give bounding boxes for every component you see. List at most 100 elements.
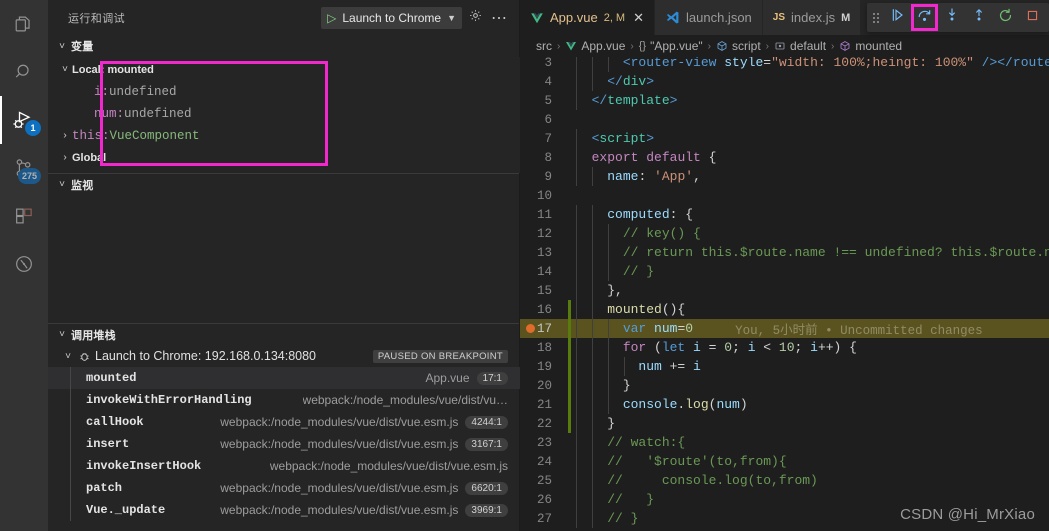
code-line[interactable]: 6 — [520, 110, 1049, 129]
line-number: 18 — [536, 340, 552, 355]
files-icon — [13, 13, 35, 35]
code-line[interactable]: 22 } — [520, 414, 1049, 433]
watch-section-header[interactable]: ˅ 监视 — [48, 173, 520, 195]
code-line[interactable]: 15 }, — [520, 281, 1049, 300]
variables-section-header[interactable]: ˅ 变量 — [48, 35, 520, 57]
indent-guide — [608, 338, 609, 357]
code-line[interactable]: 14 // } — [520, 262, 1049, 281]
breadcrumb-item-script[interactable]: script — [716, 39, 761, 53]
breadcrumb-item-app-vue-symbol[interactable]: {} "App.vue" — [639, 39, 703, 53]
variable-row[interactable]: › this : VueComponent — [48, 125, 520, 147]
close-icon[interactable]: ✕ — [633, 10, 644, 26]
code-line[interactable]: 8 export default { — [520, 148, 1049, 167]
callstack-frame-row[interactable]: mounted App.vue 17:1 — [48, 367, 520, 389]
step-into-button[interactable] — [939, 5, 964, 30]
chevron-down-icon[interactable]: ˅ — [56, 179, 68, 190]
breadcrumb-item-default[interactable]: default — [774, 39, 826, 53]
code-line[interactable]: 20 } — [520, 376, 1049, 395]
line-number: 16 — [536, 302, 552, 317]
activity-item-search[interactable] — [0, 48, 48, 96]
indent-guide — [592, 72, 593, 91]
variable-row[interactable]: ˅ num : undefined — [48, 103, 520, 125]
step-out-button[interactable] — [966, 5, 991, 30]
launch-configuration-dropdown[interactable]: ▷ Launch to Chrome ▼ — [321, 6, 462, 29]
code-line[interactable]: 16 mounted(){ — [520, 300, 1049, 319]
code-line[interactable]: 23 // watch:{ — [520, 433, 1049, 452]
code-line[interactable]: 17 var num=0 You, 5小时前 • Uncommitted chan… — [520, 319, 1049, 338]
code-line[interactable]: 21 console.log(num) — [520, 395, 1049, 414]
breadcrumb-label: App.vue — [581, 39, 626, 53]
callstack-frame-row[interactable]: callHook webpack:/node_modules/vue/dist/… — [48, 411, 520, 433]
activity-item-explorer[interactable] — [0, 0, 48, 48]
line-number: 6 — [544, 112, 552, 127]
vscode-icon — [665, 10, 680, 25]
code-line[interactable]: 19 num += i — [520, 357, 1049, 376]
callstack-frame-row[interactable]: invokeInsertHook webpack:/node_modules/v… — [48, 455, 520, 477]
code-line[interactable]: 10 — [520, 186, 1049, 205]
sidebar-more-actions-button[interactable]: ⋯ — [488, 7, 510, 29]
callstack-frame-row[interactable]: patch webpack:/node_modules/vue/dist/vue… — [48, 477, 520, 499]
variable-scope-row[interactable]: ˅ Local: mounted — [48, 59, 520, 81]
variable-separator: : — [102, 129, 110, 143]
callstack-session-row[interactable]: ˅ Launch to Chrome: 192.168.0.134:8080 P… — [48, 345, 520, 367]
chevron-right-icon[interactable]: › — [58, 131, 72, 142]
chevron-down-icon[interactable]: ˅ — [56, 41, 68, 52]
stop-icon — [1025, 8, 1040, 28]
code-line[interactable]: 12 // key() { — [520, 224, 1049, 243]
line-number: 9 — [544, 169, 552, 184]
code-line[interactable]: 3 <router-view style="width: 100%;heingt… — [520, 57, 1049, 72]
breadcrumb-item-app-vue[interactable]: App.vue — [565, 39, 625, 53]
editor-tab-app-vue[interactable]: App.vue 2, M ✕ — [520, 0, 656, 35]
chevron-down-icon[interactable]: ▼ — [447, 13, 456, 23]
code-line[interactable]: 18 for (let i = 0; i < 10; i++) { — [520, 338, 1049, 357]
stop-button[interactable] — [1020, 5, 1045, 30]
indent-guide — [576, 433, 577, 452]
code-text: // } — [607, 492, 655, 507]
continue-button[interactable] — [885, 5, 910, 30]
activity-item-run-and-debug[interactable]: 1 — [0, 96, 48, 144]
chevron-right-icon[interactable]: › — [58, 153, 72, 164]
code-line[interactable]: 5 </template> — [520, 91, 1049, 110]
editor-tab-index-js[interactable]: JS index.js M — [762, 0, 862, 35]
sidebar-header: 运行和调试 ▷ Launch to Chrome ▼ ⋯ — [48, 0, 520, 35]
code-line[interactable]: 4 </div> — [520, 72, 1049, 91]
restart-button[interactable] — [993, 5, 1018, 30]
chevron-right-icon: › — [707, 40, 711, 52]
callstack-frame-row[interactable]: Vue._update webpack:/node_modules/vue/di… — [48, 499, 520, 521]
code-line[interactable]: 9 name: 'App', — [520, 167, 1049, 186]
chevron-down-icon[interactable]: ˅ — [58, 65, 72, 76]
activity-bar: 1 275 — [0, 0, 48, 531]
activity-item-testing[interactable] — [0, 240, 48, 288]
frame-line-badge: 4244:1 — [465, 415, 508, 429]
variable-row[interactable]: ˅ i : undefined — [48, 81, 520, 103]
frame-line-badge: 3167:1 — [465, 437, 508, 451]
code-line[interactable]: 13 // return this.$route.name !== undefi… — [520, 243, 1049, 262]
activity-item-source-control[interactable]: 275 — [0, 144, 48, 192]
callstack-section-header[interactable]: ˅ 调用堆栈 — [48, 323, 520, 345]
code-editor[interactable]: 3 <router-view style="width: 100%;heingt… — [520, 57, 1049, 531]
code-line[interactable]: 24 // '$route'(to,from){ — [520, 452, 1049, 471]
variables-tree: ˅ Local: mounted ˅ i : undefined ˅ num :… — [48, 57, 520, 173]
step-over-button[interactable] — [911, 4, 938, 31]
callstack-frame-row[interactable]: invokeWithErrorHandling webpack:/node_mo… — [48, 389, 520, 411]
line-number: 11 — [536, 207, 552, 222]
activity-item-extensions[interactable] — [0, 192, 48, 240]
drag-handle-icon[interactable] — [871, 12, 883, 23]
indent-guide — [592, 205, 593, 224]
variable-scope-row[interactable]: › Global — [48, 147, 520, 169]
breadcrumb-item-src[interactable]: src — [536, 39, 552, 53]
code-line[interactable]: 7 <script> — [520, 129, 1049, 148]
breadcrumb-item-mounted[interactable]: mounted — [839, 39, 902, 53]
watch-list[interactable] — [48, 195, 520, 323]
code-line[interactable]: 25 // console.log(to,from) — [520, 471, 1049, 490]
callstack-frame-row[interactable]: insert webpack:/node_modules/vue/dist/vu… — [48, 433, 520, 455]
open-launch-json-button[interactable] — [464, 7, 486, 29]
breakpoint-icon[interactable] — [526, 324, 535, 333]
code-line[interactable]: 11 computed: { — [520, 205, 1049, 224]
play-icon[interactable]: ▷ — [327, 12, 336, 24]
frame-function-name: patch — [86, 481, 123, 495]
chevron-down-icon[interactable]: ˅ — [62, 351, 74, 362]
chevron-down-icon[interactable]: ˅ — [56, 329, 68, 340]
editor-tab-launch-json[interactable]: launch.json — [655, 0, 763, 35]
frame-function-name: callHook — [86, 415, 144, 429]
